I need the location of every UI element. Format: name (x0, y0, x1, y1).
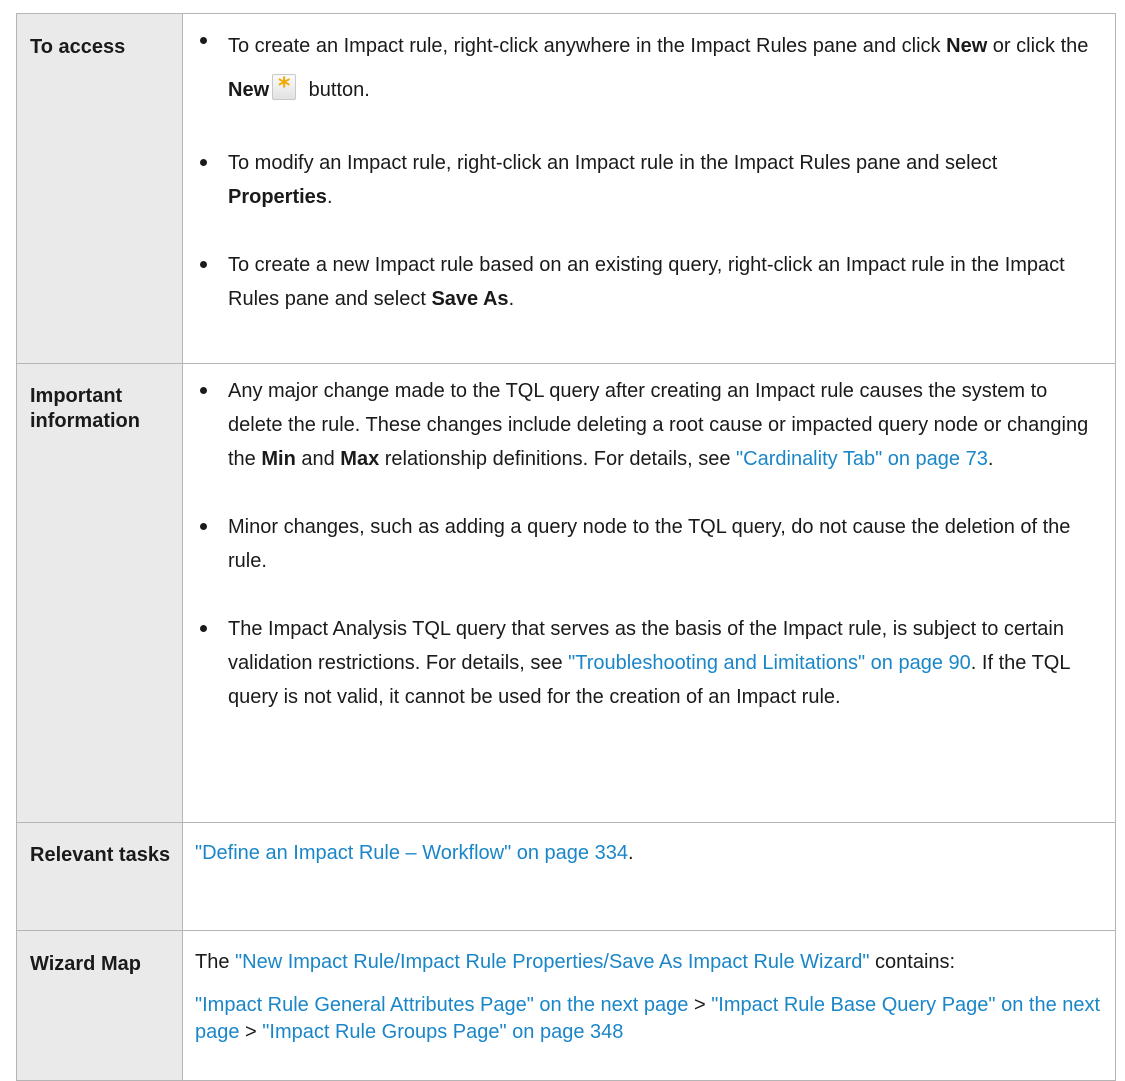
text: Minor changes, such as adding a query no… (228, 516, 1071, 572)
bullet-list: Any major change made to the TQL query a… (195, 374, 1103, 714)
separator: > (688, 994, 712, 1016)
document-page: To access To create an Impact rule, righ… (0, 0, 1125, 1081)
row-to-access: To access To create an Impact rule, righ… (16, 13, 1116, 364)
row-relevant-tasks: Relevant tasks "Define an Impact Rule – … (16, 822, 1116, 931)
list-item: To modify an Impact rule, right-click an… (195, 146, 1103, 214)
link-new-impact-rule-wizard[interactable]: "New Impact Rule/Impact Rule Properties/… (235, 951, 869, 973)
row-wizard-map: Wizard Map The "New Impact Rule/Impact R… (16, 930, 1116, 1081)
list-item: The Impact Analysis TQL query that serve… (195, 612, 1103, 714)
link-groups-page[interactable]: "Impact Rule Groups Page" on page 348 (262, 1021, 623, 1043)
row-body-cell: "Define an Impact Rule – Workflow" on pa… (182, 822, 1116, 931)
row-header-relevant-tasks: Relevant tasks (30, 844, 171, 866)
bold-text: New (946, 35, 988, 57)
bold-text: Min (261, 448, 296, 470)
text: contains: (869, 951, 956, 973)
link-general-attributes-page[interactable]: "Impact Rule General Attributes Page" on… (195, 994, 688, 1016)
text: To create an Impact rule, right-click an… (228, 35, 947, 57)
link-troubleshooting-and-limitations[interactable]: "Troubleshooting and Limitations" on pag… (568, 652, 971, 674)
row-header-cell: To access (16, 13, 183, 364)
row-important-information: Important information Any major change m… (16, 363, 1116, 823)
row-header-cell: Relevant tasks (16, 822, 183, 931)
bold-text: Properties (228, 186, 327, 208)
link-define-impact-rule-workflow[interactable]: "Define an Impact Rule – Workflow" on pa… (195, 842, 628, 864)
info-table: To access To create an Impact rule, righ… (16, 13, 1116, 1081)
paragraph: "Impact Rule General Attributes Page" on… (195, 992, 1103, 1046)
row-body-cell: Any major change made to the TQL query a… (182, 363, 1116, 823)
list-item: To create an Impact rule, right-click an… (195, 24, 1103, 112)
list-item: Any major change made to the TQL query a… (195, 374, 1103, 476)
text: . (326, 186, 333, 208)
list-item: Minor changes, such as adding a query no… (195, 510, 1103, 578)
new-asterisk-icon: * (272, 72, 297, 100)
paragraph: "Define an Impact Rule – Workflow" on pa… (195, 840, 1103, 867)
text: relationship definitions. For details, s… (379, 448, 737, 470)
text: . (627, 842, 634, 864)
text: To modify an Impact rule, right-click an… (228, 152, 998, 174)
row-header-to-access: To access (30, 36, 126, 58)
bold-text: Max (340, 448, 380, 470)
row-header-wizard-map: Wizard Map (30, 953, 141, 975)
text: or click the (987, 35, 1089, 57)
link-cardinality-tab[interactable]: "Cardinality Tab" on page 73 (736, 448, 988, 470)
row-body-cell: The "New Impact Rule/Impact Rule Propert… (182, 930, 1116, 1081)
paragraph: The "New Impact Rule/Impact Rule Propert… (195, 949, 1103, 976)
row-header-important-information: Important information (30, 385, 140, 432)
bold-text: Save As (431, 288, 509, 310)
text: To create a new Impact rule based on an … (228, 254, 1065, 310)
text: and (295, 448, 341, 470)
row-header-cell: Important information (16, 363, 183, 823)
text: . (987, 448, 994, 470)
list-item: To create a new Impact rule based on an … (195, 248, 1103, 316)
text: The (195, 951, 236, 973)
text: button. (303, 79, 370, 101)
separator: > (239, 1021, 263, 1043)
row-header-cell: Wizard Map (16, 930, 183, 1081)
bold-text: New (228, 79, 270, 101)
text: . (508, 288, 515, 310)
row-body-cell: To create an Impact rule, right-click an… (182, 13, 1116, 364)
bullet-list: To create an Impact rule, right-click an… (195, 24, 1103, 316)
